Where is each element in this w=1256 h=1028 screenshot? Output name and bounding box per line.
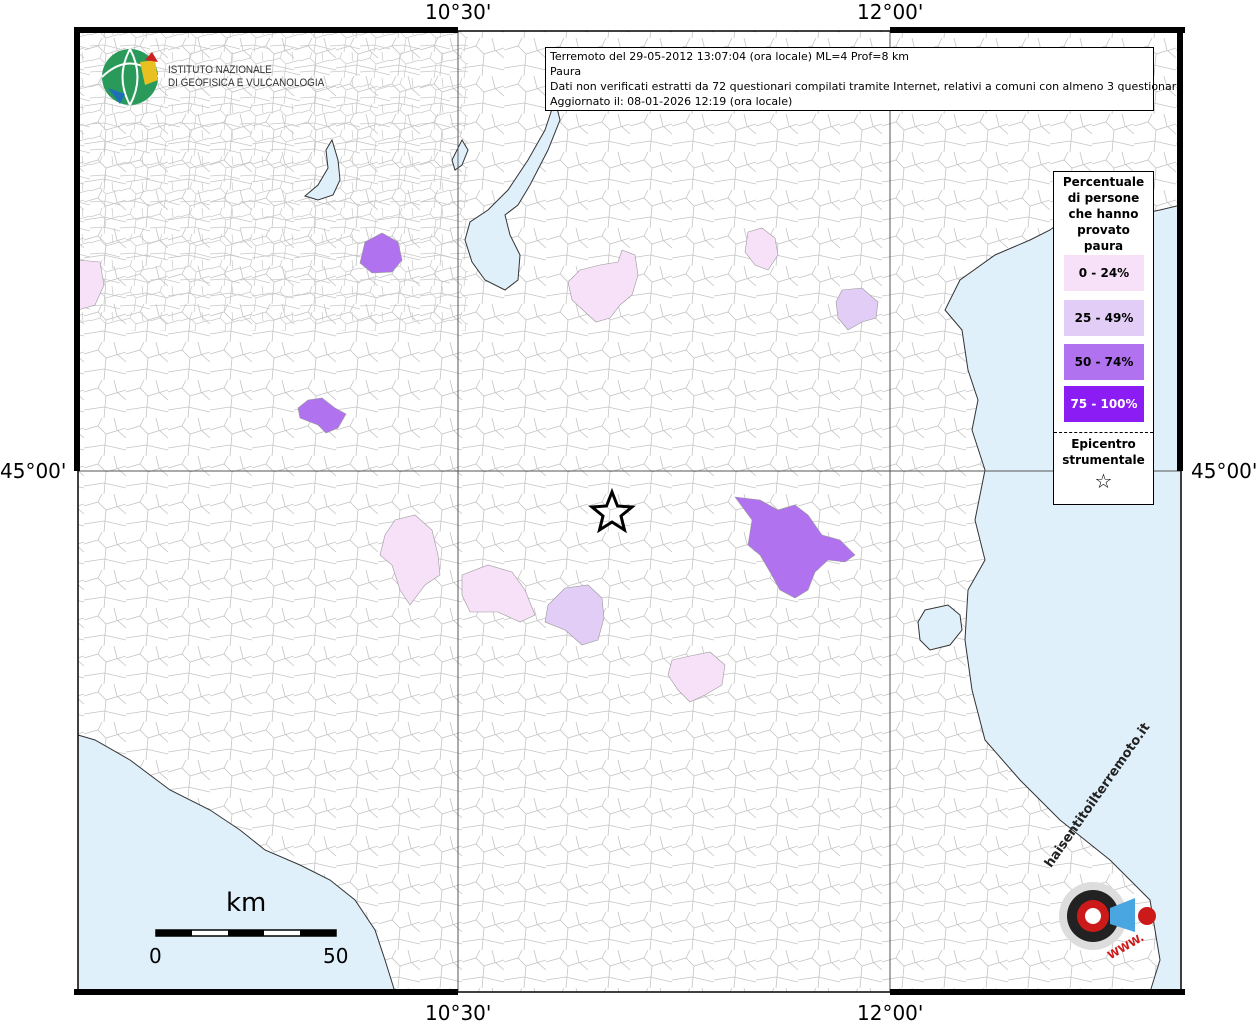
legend-title-line: Percentuale: [1062, 175, 1145, 189]
legend-title-line: che hanno: [1068, 207, 1139, 221]
map-stage: 10°30' 12°00' 10°30' 12°00' 45°00' 45°00…: [0, 0, 1256, 1025]
legend-epicenter: Epicentro strumentale ☆: [1054, 432, 1153, 494]
lat-label-left: 45°00': [0, 459, 67, 483]
legend-class-3: 75 - 100%: [1064, 386, 1144, 422]
legend-class-2: 50 - 74%: [1064, 344, 1144, 380]
scale-unit: km: [226, 888, 267, 918]
lon-label-top-left: 10°30': [425, 0, 492, 24]
map-canvas: [74, 27, 1185, 995]
event-info-box: Terremoto del 29-05-2012 13:07:04 (ora l…: [545, 47, 1183, 111]
legend-epicenter-line: Epicentro: [1071, 437, 1136, 451]
lon-label-bottom-right: 12°00': [857, 1001, 924, 1025]
legend-title-line: paura: [1083, 239, 1124, 253]
scale-end: 50: [323, 944, 349, 968]
update-time: Aggiornato il: 08-01-2026 12:19 (ora loc…: [550, 95, 793, 108]
legend-class-0: 0 - 24%: [1064, 255, 1144, 291]
legend-title: Percentuale di persone che hanno provato…: [1054, 174, 1153, 254]
scale-bar: [155, 929, 337, 937]
data-disclaimer: Dati non verificati estratti da 72 quest…: [550, 80, 1183, 93]
lon-label-bottom-left: 10°30': [425, 1001, 492, 1025]
scale-start: 0: [149, 944, 162, 968]
ingv-name-line1: ISTITUTO NAZIONALE: [168, 64, 272, 76]
legend-class-1: 25 - 49%: [1064, 300, 1144, 336]
ingv-logo: [101, 48, 159, 106]
lat-label-right: 45°00': [1191, 459, 1256, 483]
parameter-name: Paura: [550, 65, 582, 78]
legend-epicenter-line: strumentale: [1062, 453, 1145, 467]
legend: Percentuale di persone che hanno provato…: [1053, 171, 1154, 505]
legend-star-icon: ☆: [1094, 469, 1113, 493]
lon-label-top-right: 12°00': [857, 0, 924, 24]
ingv-name-line2: DI GEOFISICA E VULCANOLOGIA: [168, 77, 325, 89]
legend-title-line: di persone: [1067, 191, 1140, 205]
ingv-name: ISTITUTO NAZIONALE DI GEOFISICA E VULCAN…: [168, 64, 324, 90]
event-title: Terremoto del 29-05-2012 13:07:04 (ora l…: [550, 50, 910, 63]
legend-title-line: provato: [1077, 223, 1130, 237]
